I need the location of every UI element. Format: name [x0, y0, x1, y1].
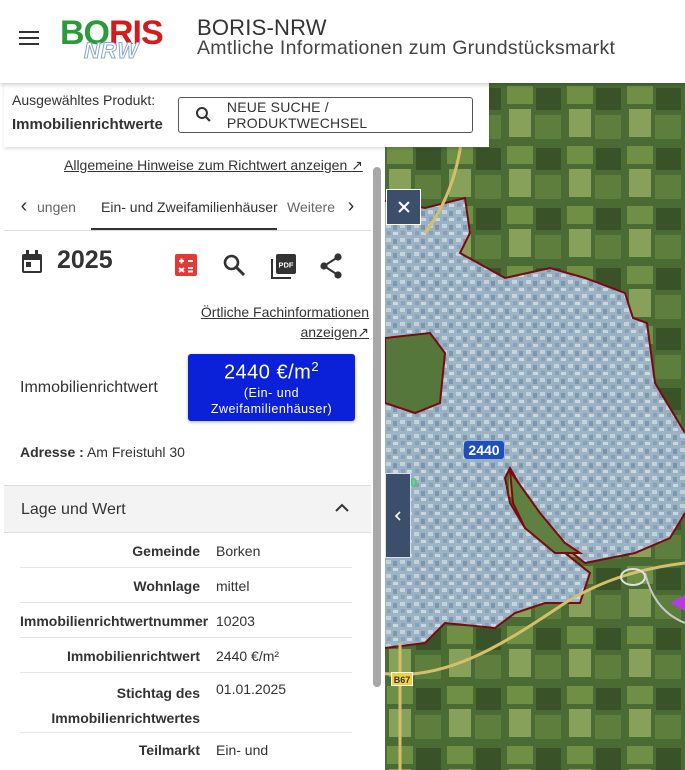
product-bar: Ausgewähltes Produkt: Immobilienrichtwer…	[4, 83, 489, 147]
map-side-label: 0	[410, 475, 418, 490]
table-row: Gemeinde Borken	[20, 533, 352, 568]
value-badge: 2440 €/m2 (Ein- und Zweifamilienhäuser)	[188, 354, 355, 421]
table-row: Immobilienrichtwertnummer 10203	[20, 603, 352, 638]
side-panel: Allgemeine Hinweise zum Richtwert anzeig…	[4, 147, 385, 770]
address-key: Adresse :	[20, 444, 84, 460]
pdf-icon[interactable]: PDF	[271, 253, 297, 279]
active-tab-indicator	[91, 228, 277, 230]
calendar-icon[interactable]	[20, 249, 44, 275]
address-value: Am Freistuhl 30	[86, 444, 185, 460]
search-icon[interactable]	[222, 253, 246, 277]
new-search-button[interactable]: NEUE SUCHE / PRODUKTWECHSEL	[178, 97, 473, 133]
details-table: Gemeinde Borken Wohnlage mittel Immobili…	[20, 533, 352, 770]
general-hints-link[interactable]: Allgemeine Hinweise zum Richtwert anzeig…	[64, 157, 363, 174]
table-row: Wohnlage mittel	[20, 568, 352, 603]
new-search-label: NEUE SUCHE / PRODUKTWECHSEL	[226, 99, 368, 131]
tab-weitere[interactable]: Weitere	[287, 199, 335, 215]
product-value: Immobilienrichtwerte	[12, 116, 163, 133]
chevron-up-icon	[335, 503, 349, 512]
share-icon[interactable]	[319, 253, 343, 279]
hamburger-icon[interactable]	[19, 30, 41, 48]
tab-ein-zweifamilienhaeuser[interactable]: Ein- und Zweifamilienhäuser	[101, 199, 278, 215]
map-view[interactable]	[385, 83, 685, 770]
year-toolbar: 2025 PDF	[4, 245, 371, 285]
address: Adresse : Am Freistuhl 30	[20, 444, 185, 460]
map-value-label[interactable]: 2440	[464, 441, 504, 459]
collapse-panel-button[interactable]	[385, 473, 411, 558]
app-subtitle: Amtliche Informationen zum Grundstücksma…	[197, 37, 616, 59]
year-value[interactable]: 2025	[57, 246, 113, 275]
app-header: BORIS NRW BORIS-NRW Amtliche Information…	[0, 0, 685, 83]
close-icon[interactable]	[386, 189, 421, 225]
road-label: B67	[391, 672, 413, 686]
table-row: Teilmarkt Ein- und	[20, 733, 352, 770]
map-imagery	[385, 83, 685, 770]
search-icon	[195, 107, 211, 122]
table-row: Immobilienrichtwert 2440 €/m²	[20, 638, 352, 673]
chevron-left-icon	[394, 510, 401, 521]
local-info-link[interactable]: Örtliche Fachinformationen anzeigen↗	[201, 302, 369, 342]
tab-previous[interactable]: ungen	[37, 199, 76, 215]
category-tabs: ‹ ungen Ein- und Zweifamilienhäuser Weit…	[4, 183, 371, 231]
product-label: Ausgewähltes Produkt:	[12, 92, 156, 108]
svg-text:PDF: PDF	[279, 261, 294, 270]
accordion-title: Lage und Wert	[21, 501, 126, 518]
calculator-icon[interactable]	[174, 253, 198, 277]
accordion-lage-und-wert[interactable]: Lage und Wert	[4, 485, 371, 533]
table-row: Stichtag des Immobilienrichtwertes 01.01.…	[20, 673, 352, 733]
chevron-right-icon[interactable]: ›	[341, 195, 361, 219]
chevron-left-icon[interactable]: ‹	[14, 195, 34, 219]
panel-scrollbar[interactable]	[373, 167, 381, 687]
boris-logo[interactable]: BORIS NRW	[58, 14, 182, 64]
irw-label: Immobilienrichtwert	[20, 379, 158, 396]
